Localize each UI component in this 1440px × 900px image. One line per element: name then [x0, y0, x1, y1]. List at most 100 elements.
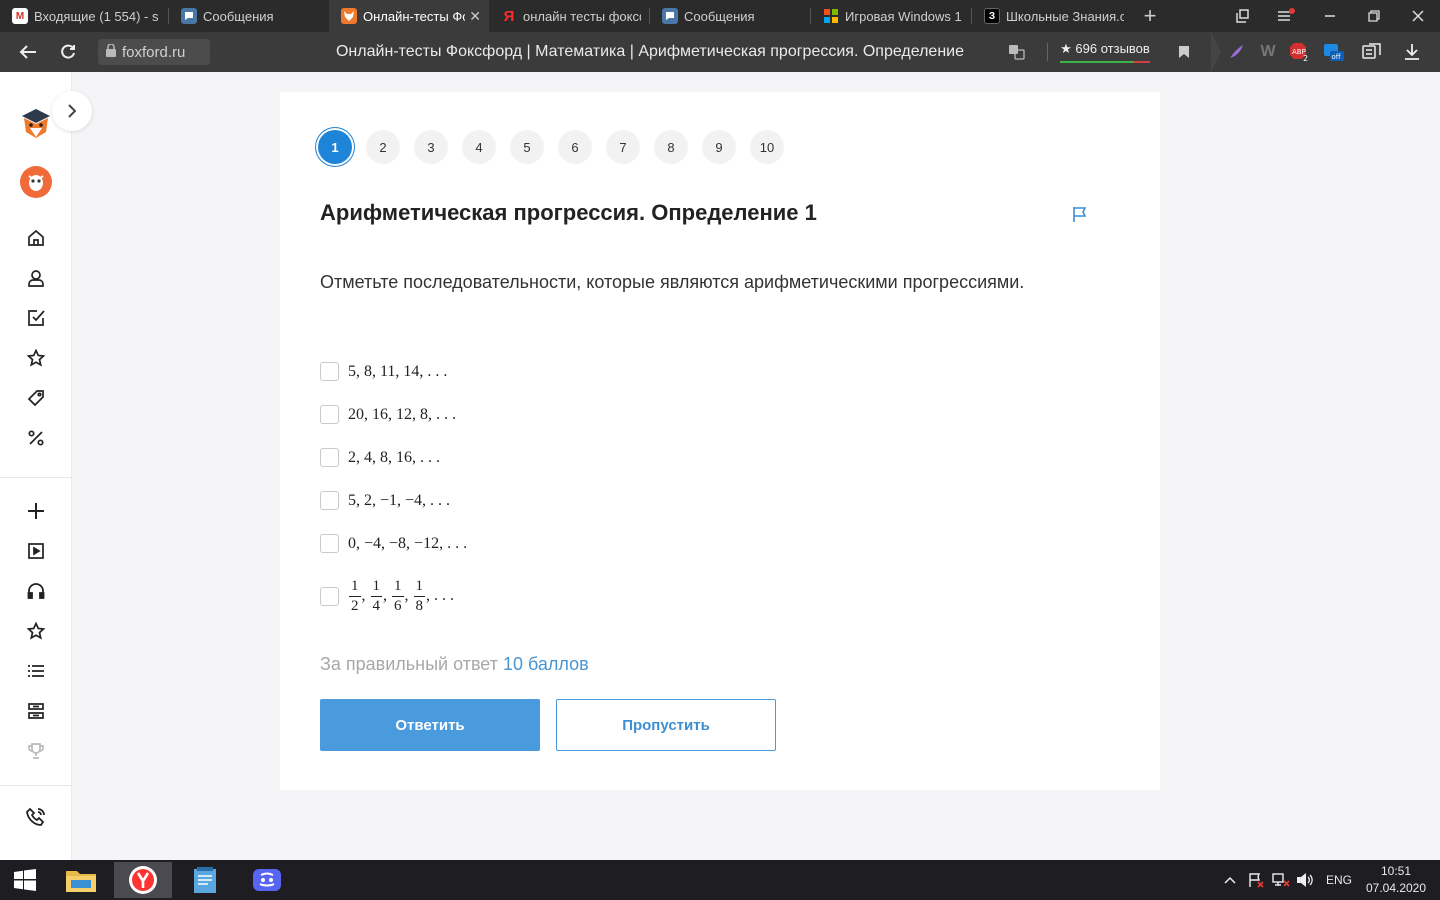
language-indicator[interactable]: ENG [1326, 860, 1352, 900]
foxford-logo-icon[interactable] [16, 101, 56, 141]
windows-taskbar: ENG 10:51 07.04.2020 [0, 860, 1440, 900]
question-number-button[interactable]: 5 [510, 130, 544, 164]
answer-option[interactable]: 20, 16, 12, 8, . . . [320, 393, 467, 436]
tab-yandex-search[interactable]: Я онлайн тесты фоксф [489, 0, 649, 32]
reviews-badge[interactable]: ★ 696 отзывов [1058, 41, 1152, 63]
favorites-icon[interactable] [16, 343, 56, 373]
clock-date: 07.04.2020 [1365, 881, 1427, 895]
home-icon[interactable] [16, 223, 56, 253]
headphones-icon[interactable] [16, 576, 56, 606]
question-number-button[interactable]: 2 [366, 130, 400, 164]
vpn-off-extension-icon[interactable]: off [1322, 40, 1346, 64]
close-tab-icon[interactable]: ✕ [469, 8, 481, 25]
close-window-icon[interactable] [1396, 0, 1440, 32]
feather-extension-icon[interactable] [1224, 40, 1248, 64]
numerator: 1 [349, 578, 361, 597]
expand-sidebar-button[interactable] [52, 91, 92, 131]
tab-vk-messages[interactable]: Сообщения [169, 0, 329, 32]
w-extension-icon[interactable]: W [1256, 40, 1280, 64]
option-text: 20, 16, 12, 8, . . . [348, 405, 456, 423]
answer-option[interactable]: 2, 4, 8, 16, . . . [320, 436, 467, 479]
adblock-extension-icon[interactable]: ABP 2 [1288, 40, 1312, 64]
option-fraction-sequence: 12, 14, 16, 18, . . . [349, 577, 454, 614]
bookmark-icon[interactable] [1172, 40, 1196, 64]
trophy-icon[interactable] [16, 736, 56, 766]
separator [1040, 40, 1054, 64]
profile-icon[interactable] [16, 263, 56, 293]
tab-znanija[interactable]: З Школьные Знания.c [972, 0, 1132, 32]
skip-button[interactable]: Пропустить [556, 699, 776, 751]
option-checkbox[interactable] [320, 448, 339, 467]
tab-manager-icon[interactable] [1220, 0, 1264, 32]
question-text: Отметьте последовательности, которые явл… [320, 272, 1025, 292]
question-navigator: 1 2 3 4 5 6 7 8 9 10 [318, 130, 798, 164]
fraction: 12 [349, 578, 361, 614]
question-number-button[interactable]: 10 [750, 130, 784, 164]
tab-vk-messages-2[interactable]: Сообщения [650, 0, 810, 32]
star-icon[interactable] [16, 616, 56, 646]
answer-option[interactable]: 5, 8, 11, 14, . . . [320, 350, 467, 393]
yandex-browser-icon[interactable] [114, 862, 172, 898]
reviews-text: ★ 696 отзывов [1060, 41, 1150, 56]
volume-icon[interactable] [1296, 860, 1314, 900]
question-number-button[interactable]: 6 [558, 130, 592, 164]
answer-button[interactable]: Ответить [320, 699, 540, 751]
question-number-button[interactable]: 8 [654, 130, 688, 164]
option-checkbox[interactable] [320, 491, 339, 510]
phone-icon[interactable] [16, 802, 56, 832]
notepad-icon[interactable] [176, 862, 234, 898]
restore-icon[interactable] [1352, 0, 1396, 32]
tab-foxford[interactable]: Онлайн-тесты Фо ✕ [329, 0, 489, 32]
sidebar-panel-icon[interactable] [1360, 40, 1384, 64]
reviews-rating-bar [1060, 61, 1150, 63]
action-center-flag-icon[interactable] [1248, 860, 1264, 900]
denominator: 4 [372, 597, 381, 614]
numerator: 1 [413, 578, 425, 597]
back-icon[interactable] [8, 32, 48, 72]
answer-option[interactable]: 5, 2, −1, −4, . . . [320, 479, 467, 522]
file-explorer-icon[interactable] [52, 862, 110, 898]
tab-microsoft[interactable]: Игровая Windows 1 [811, 0, 971, 32]
question-number-button[interactable]: 4 [462, 130, 496, 164]
answer-option[interactable]: 12, 14, 16, 18, . . . [320, 567, 467, 625]
numerator: 1 [392, 578, 404, 597]
list-icon[interactable] [16, 656, 56, 686]
new-tab-button[interactable]: + [1132, 0, 1168, 32]
download-icon[interactable] [1400, 40, 1424, 64]
menu-icon[interactable] [1264, 0, 1308, 32]
app-sidebar [0, 72, 92, 860]
option-checkbox[interactable] [320, 586, 339, 606]
question-number-button[interactable]: 7 [606, 130, 640, 164]
windows-start-icon[interactable] [0, 862, 50, 898]
question-number-button[interactable]: 1 [318, 130, 352, 164]
discount-icon[interactable] [16, 423, 56, 453]
translate-icon[interactable] [1005, 40, 1029, 64]
report-flag-icon[interactable] [1072, 205, 1090, 223]
option-checkbox[interactable] [320, 362, 339, 381]
add-icon[interactable] [16, 496, 56, 526]
question-number-button[interactable]: 9 [702, 130, 736, 164]
avatar[interactable] [16, 165, 56, 199]
tab-title: Сообщения [203, 8, 274, 24]
system-clock[interactable]: 10:51 07.04.2020 [1360, 863, 1432, 897]
tag-icon[interactable] [16, 383, 56, 413]
option-checkbox[interactable] [320, 405, 339, 424]
discord-icon[interactable] [238, 862, 296, 898]
option-checkbox[interactable] [320, 534, 339, 553]
tab-gmail[interactable]: M Входящие (1 554) - s [0, 0, 168, 32]
question-number-button[interactable]: 3 [414, 130, 448, 164]
minimize-icon[interactable] [1308, 0, 1352, 32]
url-field[interactable]: foxford.ru [98, 39, 210, 65]
video-icon[interactable] [16, 536, 56, 566]
points-value: 10 баллов [502, 654, 589, 674]
network-icon[interactable] [1272, 860, 1290, 900]
tasks-icon[interactable] [16, 303, 56, 333]
foxford-icon [341, 8, 357, 24]
page-title: Онлайн-тесты Фоксфорд | Математика | Ари… [335, 43, 964, 60]
archive-icon[interactable] [16, 696, 56, 726]
reload-icon[interactable] [48, 32, 88, 72]
answer-option[interactable]: 0, −4, −8, −12, . . . [320, 522, 467, 565]
sidebar-divider [0, 477, 71, 478]
quiz-card: 1 2 3 4 5 6 7 8 9 10 Арифметическая прог… [280, 92, 1160, 790]
show-hidden-icons[interactable] [1224, 860, 1236, 900]
